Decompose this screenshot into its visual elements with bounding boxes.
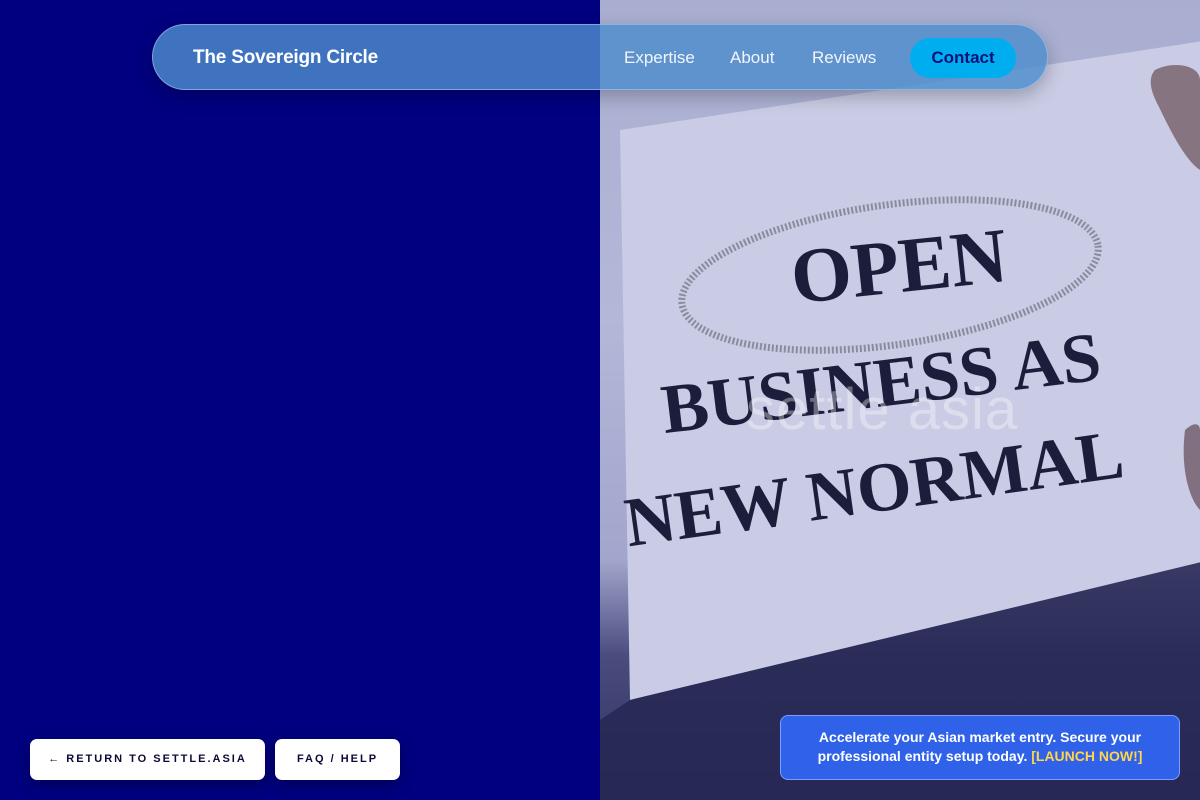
settle-asia-watermark: settle asia (746, 377, 1019, 442)
faq-help-button[interactable]: FAQ / HELP (275, 739, 400, 780)
nav-link-reviews[interactable]: Reviews (812, 25, 876, 91)
launch-now-link[interactable]: [LAUNCH NOW!] (1031, 748, 1142, 764)
top-navbar: The Sovereign Circle Expertise About Rev… (152, 24, 1048, 90)
nav-link-about[interactable]: About (730, 25, 774, 91)
return-to-settle-asia-button[interactable]: ← RETURN TO SETTLE.ASIA (30, 739, 265, 780)
contact-button[interactable]: Contact (910, 38, 1016, 78)
brand-logo-text[interactable]: The Sovereign Circle (193, 25, 378, 91)
promo-banner[interactable]: Accelerate your Asian market entry. Secu… (780, 715, 1180, 780)
nav-link-expertise[interactable]: Expertise (624, 25, 695, 91)
left-navy-panel (0, 0, 600, 800)
